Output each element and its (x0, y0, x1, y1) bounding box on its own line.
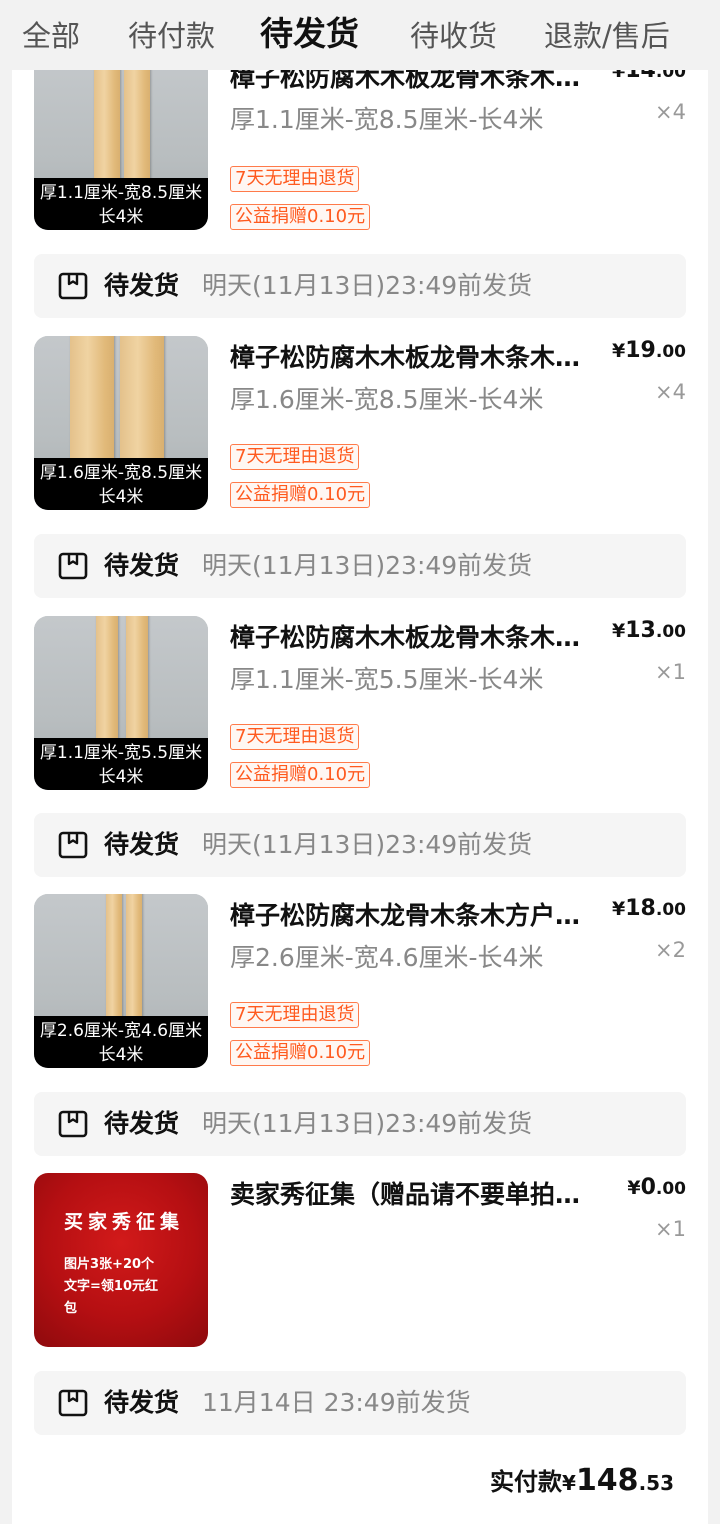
product-quantity: ×2 (655, 938, 686, 962)
product-title[interactable]: 樟子松防腐木木板龙骨木条木… (230, 340, 610, 376)
product-thumbnail[interactable]: 厚1.1厘米-宽5.5厘米 长4米 (34, 616, 208, 790)
tab-all[interactable]: 全部 (22, 16, 80, 56)
donation-badge: 公益捐赠0.10元 (230, 762, 371, 788)
ship-deadline: 明天(11月13日)23:49前发货 (202, 551, 533, 580)
ship-deadline: 明天(11月13日)23:49前发货 (202, 271, 533, 300)
package-icon (58, 1389, 88, 1417)
product-quantity: ×4 (655, 100, 686, 124)
product-quantity: ×4 (655, 380, 686, 404)
order-total: 实付款¥148.53 (490, 1463, 674, 1498)
order-tabs: 全部 待付款 待发货 待收货 退款/售后 (0, 0, 720, 70)
donation-badge: 公益捐赠0.10元 (230, 1040, 371, 1066)
thumbnail-caption: 厚2.6厘米-宽4.6厘米 长4米 (34, 1016, 208, 1068)
product-quantity: ×1 (655, 660, 686, 684)
product-price: ¥13.00 (612, 618, 686, 643)
product-title[interactable]: 卖家秀征集（赠品请不要单拍… (230, 1177, 610, 1213)
package-icon (58, 552, 88, 580)
thumbnail-caption: 厚1.6厘米-宽8.5厘米 长4米 (34, 458, 208, 510)
total-label: 实付款 (490, 1468, 563, 1496)
product-title[interactable]: 樟子松防腐木龙骨木条木方户… (230, 898, 610, 934)
product-spec: 厚1.1厘米-宽5.5厘米-长4米 (230, 665, 544, 694)
product-price: ¥0.00 (627, 1175, 686, 1200)
shipping-status-bar[interactable]: 待发货 明天(11月13日)23:49前发货 (34, 254, 686, 318)
status-label: 待发货 (104, 1388, 180, 1417)
product-spec: 厚2.6厘米-宽4.6厘米-长4米 (230, 943, 544, 972)
tab-pending-receipt[interactable]: 待收货 (410, 16, 497, 56)
donation-badge: 公益捐赠0.10元 (230, 204, 371, 230)
order-item[interactable]: 厚1.6厘米-宽8.5厘米 长4米 樟子松防腐木木板龙骨木条木… 厚1.6厘米-… (12, 336, 708, 526)
product-price: ¥18.00 (612, 896, 686, 921)
return-policy-badge: 7天无理由退货 (230, 166, 360, 192)
ship-deadline: 明天(11月13日)23:49前发货 (202, 1109, 533, 1138)
status-label: 待发货 (104, 271, 180, 300)
status-label: 待发货 (104, 830, 180, 859)
thumbnail-caption: 厚1.1厘米-宽8.5厘米 长4米 (34, 178, 208, 230)
order-card: 厚1.1厘米-宽8.5厘米 长4米 樟子松防腐木木板龙骨木条木… 厚1.1厘米-… (12, 56, 708, 1524)
product-spec: 厚1.6厘米-宽8.5厘米-长4米 (230, 385, 544, 414)
ship-deadline: 明天(11月13日)23:49前发货 (202, 830, 533, 859)
product-thumbnail[interactable]: 厚1.1厘米-宽8.5厘米 长4米 (34, 56, 208, 230)
shipping-status-bar[interactable]: 待发货 11月14日 23:49前发货 (34, 1371, 686, 1435)
tab-refund-aftersale[interactable]: 退款/售后 (544, 16, 670, 56)
gift-title: 买家秀征集 (64, 1211, 185, 1233)
donation-badge: 公益捐赠0.10元 (230, 482, 371, 508)
thumbnail-caption: 厚1.1厘米-宽5.5厘米 长4米 (34, 738, 208, 790)
ship-deadline: 11月14日 23:49前发货 (202, 1388, 471, 1417)
gift-thumbnail[interactable]: 买家秀征集 图片3张+20个 文字=领10元红 包 (34, 1173, 208, 1347)
tab-pending-shipment[interactable]: 待发货 (260, 14, 359, 54)
product-title[interactable]: 樟子松防腐木木板龙骨木条木… (230, 620, 610, 656)
status-label: 待发货 (104, 551, 180, 580)
status-label: 待发货 (104, 1109, 180, 1138)
shipping-status-bar[interactable]: 待发货 明天(11月13日)23:49前发货 (34, 1092, 686, 1156)
package-icon (58, 1110, 88, 1138)
product-thumbnail[interactable]: 厚1.6厘米-宽8.5厘米 长4米 (34, 336, 208, 510)
product-thumbnail[interactable]: 厚2.6厘米-宽4.6厘米 长4米 (34, 894, 208, 1068)
shipping-status-bar[interactable]: 待发货 明天(11月13日)23:49前发货 (34, 534, 686, 598)
package-icon (58, 831, 88, 859)
tab-pending-payment[interactable]: 待付款 (128, 16, 215, 56)
package-icon (58, 272, 88, 300)
order-item[interactable]: 厚1.1厘米-宽5.5厘米 长4米 樟子松防腐木木板龙骨木条木… 厚1.1厘米-… (12, 616, 708, 806)
return-policy-badge: 7天无理由退货 (230, 724, 360, 750)
order-item[interactable]: 买家秀征集 图片3张+20个 文字=领10元红 包 卖家秀征集（赠品请不要单拍…… (12, 1173, 708, 1363)
shipping-status-bar[interactable]: 待发货 明天(11月13日)23:49前发货 (34, 813, 686, 877)
return-policy-badge: 7天无理由退货 (230, 1002, 360, 1028)
order-item[interactable]: 厚2.6厘米-宽4.6厘米 长4米 樟子松防腐木龙骨木条木方户… 厚2.6厘米-… (12, 894, 708, 1084)
order-item[interactable]: 厚1.1厘米-宽8.5厘米 长4米 樟子松防腐木木板龙骨木条木… 厚1.1厘米-… (12, 56, 708, 246)
return-policy-badge: 7天无理由退货 (230, 444, 360, 470)
product-price: ¥19.00 (612, 338, 686, 363)
product-quantity: ×1 (655, 1217, 686, 1241)
product-spec: 厚1.1厘米-宽8.5厘米-长4米 (230, 105, 544, 134)
